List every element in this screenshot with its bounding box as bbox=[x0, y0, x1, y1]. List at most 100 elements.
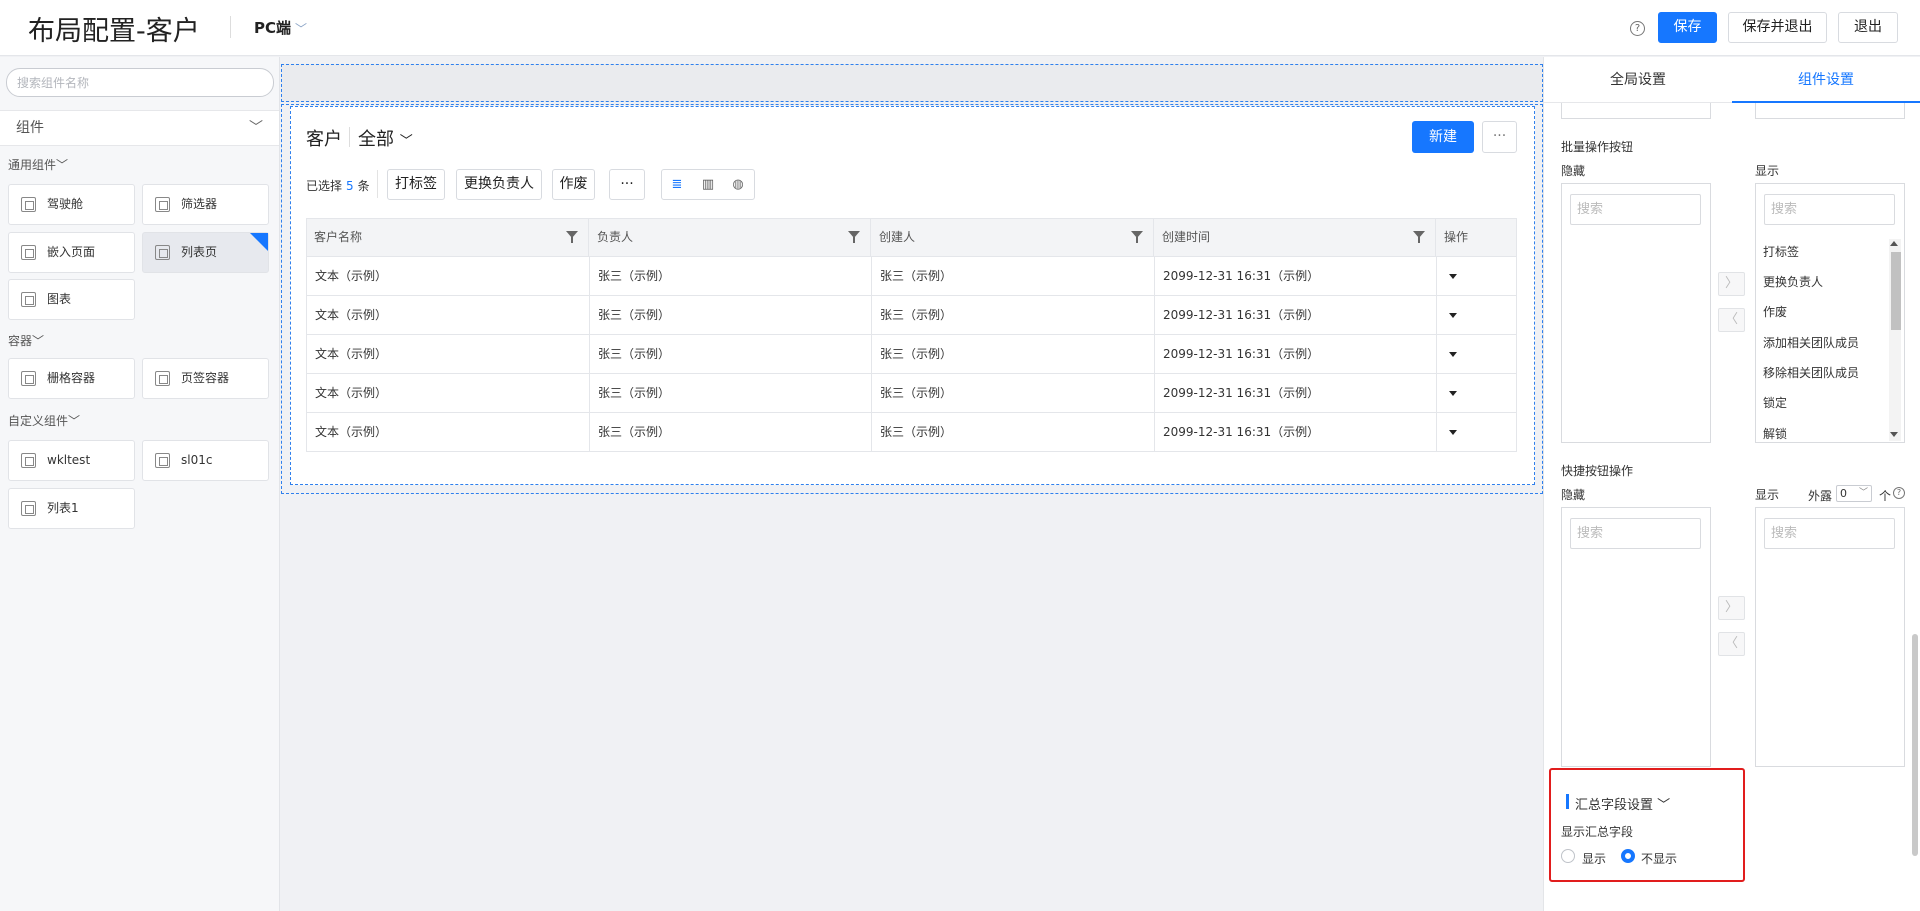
list-item[interactable]: 解锁 bbox=[1763, 425, 1787, 442]
more-button[interactable]: ··· bbox=[1482, 121, 1517, 153]
split-view-icon[interactable]: ▥ bbox=[700, 177, 716, 192]
component-tile-tab-container[interactable]: 页签容器 bbox=[142, 358, 269, 399]
batch-hidden-search-input[interactable]: 搜索 bbox=[1570, 194, 1701, 225]
caret-down-icon bbox=[1449, 352, 1457, 357]
batch-hidden-label: 隐藏 bbox=[1561, 164, 1586, 178]
caret-down-icon bbox=[1449, 430, 1457, 435]
cell-owner: 张三（示例） bbox=[590, 257, 872, 295]
table-row[interactable]: 文本（示例） 张三（示例） 张三（示例） 2099-12-31 16:31（示例… bbox=[306, 413, 1517, 452]
expose-count-select[interactable]: 0 ﹀ bbox=[1836, 485, 1872, 502]
batch-shown-label: 显示 bbox=[1755, 164, 1780, 178]
settings-tabs: 全局设置 组件设置 bbox=[1544, 57, 1920, 103]
component-tile-list-page[interactable]: 列表页 bbox=[142, 232, 269, 273]
cell-creator: 张三（示例） bbox=[872, 374, 1155, 412]
group-title-custom[interactable]: 自定义组件﹀ bbox=[8, 412, 80, 429]
void-button[interactable]: 作废 bbox=[552, 169, 595, 200]
group-title-container[interactable]: 容器﹀ bbox=[8, 332, 44, 349]
save-button[interactable]: 保存 bbox=[1658, 12, 1717, 43]
row-action-dropdown[interactable] bbox=[1437, 296, 1516, 334]
list-item[interactable]: 移除相关团队成员 bbox=[1763, 364, 1859, 381]
save-and-exit-button[interactable]: 保存并退出 bbox=[1728, 12, 1827, 43]
component-tile-chart[interactable]: 图表 bbox=[8, 279, 135, 320]
list-item[interactable]: 打标签 bbox=[1763, 243, 1799, 260]
table-row[interactable]: 文本（示例） 张三（示例） 张三（示例） 2099-12-31 16:31（示例… bbox=[306, 335, 1517, 374]
table-row[interactable]: 文本（示例） 张三（示例） 张三（示例） 2099-12-31 16:31（示例… bbox=[306, 374, 1517, 413]
radio-hide-summary[interactable] bbox=[1621, 849, 1635, 863]
cell-owner: 张三（示例） bbox=[590, 296, 872, 334]
filter-icon[interactable] bbox=[566, 231, 578, 243]
component-tile-sl01c[interactable]: sl01c bbox=[142, 440, 269, 481]
cell-created-time: 2099-12-31 16:31（示例） bbox=[1155, 335, 1437, 373]
tag-button[interactable]: 打标签 bbox=[387, 169, 445, 200]
exit-button[interactable]: 退出 bbox=[1838, 12, 1898, 43]
row-action-dropdown[interactable] bbox=[1437, 257, 1516, 295]
move-left-button[interactable]: 〈 bbox=[1718, 632, 1745, 656]
column-header-customer-name: 客户名称 bbox=[306, 218, 589, 257]
list-item[interactable]: 作废 bbox=[1763, 303, 1787, 320]
component-tile-wkltest[interactable]: wkltest bbox=[8, 440, 135, 481]
component-icon bbox=[21, 197, 36, 212]
quick-section-title: 快捷按钮操作 bbox=[1561, 464, 1634, 478]
cell-created-time: 2099-12-31 16:31（示例） bbox=[1155, 374, 1437, 412]
list-scrollbar-thumb[interactable] bbox=[1891, 252, 1901, 330]
move-left-button[interactable]: 〈 bbox=[1718, 308, 1745, 332]
cell-creator: 张三（示例） bbox=[872, 296, 1155, 334]
component-tile-cockpit[interactable]: 驾驶舱 bbox=[8, 184, 135, 225]
component-tile-list1[interactable]: 列表1 bbox=[8, 488, 135, 529]
canvas-drop-zone[interactable] bbox=[281, 64, 1543, 102]
cell-customer-name: 文本（示例） bbox=[307, 374, 590, 412]
list-item[interactable]: 添加相关团队成员 bbox=[1763, 334, 1859, 351]
filter-icon[interactable] bbox=[848, 231, 860, 243]
field-box-stub bbox=[1561, 103, 1711, 119]
table-row[interactable]: 文本（示例） 张三（示例） 张三（示例） 2099-12-31 16:31（示例… bbox=[306, 257, 1517, 296]
quick-hidden-search-input[interactable]: 搜索 bbox=[1570, 518, 1701, 549]
table-row[interactable]: 文本（示例） 张三（示例） 张三（示例） 2099-12-31 16:31（示例… bbox=[306, 296, 1517, 335]
tab-global-settings[interactable]: 全局设置 bbox=[1544, 57, 1732, 103]
radio-show-summary[interactable] bbox=[1561, 849, 1575, 863]
panel-scrollbar[interactable] bbox=[1912, 634, 1918, 856]
move-right-button[interactable]: 〉 bbox=[1718, 272, 1745, 296]
component-icon bbox=[21, 371, 36, 386]
chevron-down-icon: ﹀ bbox=[1858, 488, 1868, 498]
list-view-icon[interactable]: ≣ bbox=[669, 177, 685, 192]
globe-icon[interactable]: ◍ bbox=[730, 177, 746, 192]
page-title: 布局配置-客户 bbox=[28, 16, 200, 47]
component-tile-filter[interactable]: 筛选器 bbox=[142, 184, 269, 225]
list-item[interactable]: 锁定 bbox=[1763, 394, 1787, 411]
new-button[interactable]: 新建 bbox=[1412, 121, 1474, 153]
cell-customer-name: 文本（示例） bbox=[307, 257, 590, 295]
help-icon[interactable]: ? bbox=[1893, 487, 1905, 499]
more-actions-button[interactable]: ··· bbox=[609, 169, 645, 200]
cell-owner: 张三（示例） bbox=[590, 335, 872, 373]
batch-shown-search-input[interactable]: 搜索 bbox=[1764, 194, 1895, 225]
chevron-down-icon: ﹀ bbox=[399, 134, 413, 149]
expose-label: 外露 bbox=[1808, 489, 1833, 503]
tab-component-settings[interactable]: 组件设置 bbox=[1732, 57, 1920, 103]
component-panel: 组件 ﹀ 通用组件﹀ 驾驶舱 筛选器 嵌入页面 列表页 图表 容器﹀ 栅格容器 … bbox=[0, 57, 280, 911]
platform-selector[interactable]: PC端 ﹀ bbox=[254, 17, 307, 38]
summary-section-toggle[interactable]: 汇总字段设置 ﹀ bbox=[1575, 794, 1670, 813]
row-action-dropdown[interactable] bbox=[1437, 374, 1516, 412]
quick-shown-search-input[interactable]: 搜索 bbox=[1764, 518, 1895, 549]
column-header-creator: 创建人 bbox=[871, 218, 1154, 257]
filter-icon[interactable] bbox=[1131, 231, 1143, 243]
batch-section-title: 批量操作按钮 bbox=[1561, 140, 1634, 154]
help-icon[interactable]: ? bbox=[1630, 21, 1645, 36]
move-right-button[interactable]: 〉 bbox=[1718, 596, 1745, 620]
filter-icon[interactable] bbox=[1413, 231, 1425, 243]
component-search-input[interactable] bbox=[6, 68, 274, 97]
component-tile-grid-container[interactable]: 栅格容器 bbox=[8, 358, 135, 399]
scroll-down-icon[interactable] bbox=[1890, 432, 1898, 437]
cell-created-time: 2099-12-31 16:31（示例） bbox=[1155, 257, 1437, 295]
component-type-select[interactable]: 组件 ﹀ bbox=[0, 110, 279, 146]
row-action-dropdown[interactable] bbox=[1437, 413, 1516, 451]
list-item[interactable]: 更换负责人 bbox=[1763, 273, 1823, 290]
group-title-common[interactable]: 通用组件﹀ bbox=[8, 156, 68, 173]
column-header-owner: 负责人 bbox=[589, 218, 871, 257]
scroll-up-icon[interactable] bbox=[1890, 241, 1898, 246]
component-tile-embed-page[interactable]: 嵌入页面 bbox=[8, 232, 135, 273]
change-owner-button[interactable]: 更换负责人 bbox=[456, 169, 542, 200]
row-action-dropdown[interactable] bbox=[1437, 335, 1516, 373]
view-selector[interactable]: 全部 ﹀ bbox=[358, 125, 413, 151]
summary-field-label: 显示汇总字段 bbox=[1561, 825, 1634, 839]
